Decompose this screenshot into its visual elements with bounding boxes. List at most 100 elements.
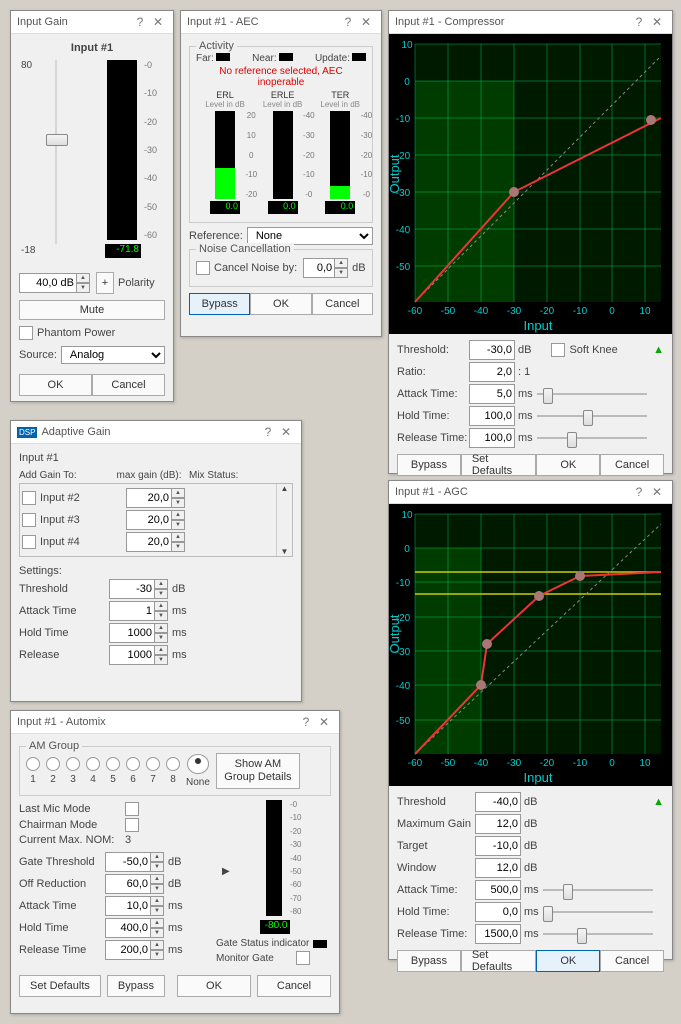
cancel-button[interactable]: Cancel [312,293,373,315]
cancel-button[interactable]: Cancel [257,975,331,997]
svg-text:-20: -20 [540,758,555,769]
am-group-5-radio[interactable] [106,757,120,771]
hold-input[interactable] [475,902,521,922]
release-input[interactable] [475,924,521,944]
release-input[interactable] [469,428,515,448]
svg-text:-10: -10 [396,578,411,589]
scrollbar[interactable]: ▲▼ [276,484,292,556]
target-input[interactable] [475,836,521,856]
chairman-checkbox[interactable] [125,818,139,832]
ok-button[interactable]: OK [177,975,251,997]
close-button[interactable]: ✕ [648,483,666,501]
help-button[interactable]: ? [630,13,648,31]
aec-warning: No reference selected, AEC inoperable [196,66,366,88]
meter-value: -80.0 [260,920,290,934]
attack-slider[interactable] [543,882,653,898]
help-button[interactable]: ? [297,713,315,731]
release-slider[interactable] [537,430,647,446]
help-button[interactable]: ? [339,13,357,31]
threshold-input[interactable] [469,340,515,360]
titlebar: Input #1 - AEC ? ✕ [181,11,381,34]
hold-input[interactable] [469,406,515,426]
release-input[interactable]: ▲▼ [109,645,168,665]
attack-input[interactable]: ▲▼ [109,601,168,621]
set-defaults-button[interactable]: Set Defaults [461,454,537,476]
aec-meter-ter: TERLevel in dB-40-30-20-10-00.0 [320,90,360,214]
set-defaults-button[interactable]: Set Defaults [19,975,101,997]
close-button[interactable]: ✕ [149,13,167,31]
attack-input[interactable]: ▲▼ [105,896,164,916]
cancel-button[interactable]: Cancel [600,950,664,972]
attack-input[interactable] [475,880,521,900]
attack-input[interactable] [469,384,515,404]
gain-target-value-input[interactable]: ▲▼ [126,532,185,552]
help-button[interactable]: ? [131,13,149,31]
up-arrow-icon[interactable]: ▲ [653,344,664,356]
cancel-noise-checkbox[interactable] [196,261,210,275]
threshold-marker-icon[interactable]: ▶ [222,866,230,877]
release-slider[interactable] [543,926,653,942]
titlebar: DSP Adaptive Gain ? ✕ [11,421,301,444]
am-group-1-radio[interactable] [26,757,40,771]
gain-input[interactable]: ▲▼ [19,273,90,293]
cancel-button[interactable]: Cancel [92,374,165,396]
am-group-7-radio[interactable] [146,757,160,771]
gate-threshold-input[interactable]: ▲▼ [105,852,164,872]
attack-slider[interactable] [537,386,647,402]
close-button[interactable]: ✕ [315,713,333,731]
hold-slider[interactable] [543,904,653,920]
gain-target-checkbox[interactable] [22,535,36,549]
am-group-none-radio[interactable] [187,754,209,774]
cancel-button[interactable]: Cancel [600,454,664,476]
cancel-noise-input[interactable]: ▲▼ [303,258,348,278]
bypass-button[interactable]: Bypass [189,293,250,315]
ok-button[interactable]: OK [250,293,311,315]
soft-knee-checkbox[interactable] [551,343,565,357]
hold-slider[interactable] [537,408,647,424]
am-group-3-radio[interactable] [66,757,80,771]
bypass-button[interactable]: Bypass [107,975,165,997]
window-input[interactable] [475,858,521,878]
gain-target-checkbox[interactable] [22,491,36,505]
phantom-checkbox[interactable] [19,326,33,340]
hold-input[interactable]: ▲▼ [105,918,164,938]
svg-text:0: 0 [404,544,410,555]
am-group-8-radio[interactable] [166,757,180,771]
ok-button[interactable]: OK [536,454,600,476]
hold-input[interactable]: ▲▼ [109,623,168,643]
bypass-button[interactable]: Bypass [397,454,461,476]
close-button[interactable]: ✕ [277,423,295,441]
gain-target-value-input[interactable]: ▲▼ [126,488,185,508]
last-mic-checkbox[interactable] [125,802,139,816]
bypass-button[interactable]: Bypass [397,950,461,972]
am-group-2-radio[interactable] [46,757,60,771]
slider-thumb[interactable] [46,134,68,146]
mute-button[interactable]: Mute [19,300,165,320]
close-button[interactable]: ✕ [357,13,375,31]
set-defaults-button[interactable]: Set Defaults [461,950,537,972]
source-select[interactable]: Analog [61,346,165,364]
am-group-6-radio[interactable] [126,757,140,771]
monitor-gate-checkbox[interactable] [296,951,310,965]
gain-target-value-input[interactable]: ▲▼ [126,510,185,530]
am-group-4-radio[interactable] [86,757,100,771]
close-button[interactable]: ✕ [648,13,666,31]
show-am-details-button[interactable]: Show AM Group Details [216,753,300,789]
threshold-input[interactable] [475,792,521,812]
release-input[interactable]: ▲▼ [105,940,164,960]
off-reduction-input[interactable]: ▲▼ [105,874,164,894]
help-button[interactable]: ? [259,423,277,441]
ratio-input[interactable] [469,362,515,382]
max-gain-input[interactable] [475,814,521,834]
gain-slider[interactable] [49,60,63,244]
threshold-input[interactable]: ▲▼ [109,579,168,599]
help-button[interactable]: ? [630,483,648,501]
nc-group-label: Noise Cancellation [196,243,294,255]
gain-target-checkbox[interactable] [22,513,36,527]
ok-button[interactable]: OK [19,374,92,396]
up-arrow-icon[interactable]: ▲ [653,796,664,808]
ok-button[interactable]: OK [536,950,600,972]
svg-text:-20: -20 [540,306,555,317]
window-title: Input #1 - AEC [187,16,339,28]
polarity-toggle-button[interactable]: + [96,272,114,294]
